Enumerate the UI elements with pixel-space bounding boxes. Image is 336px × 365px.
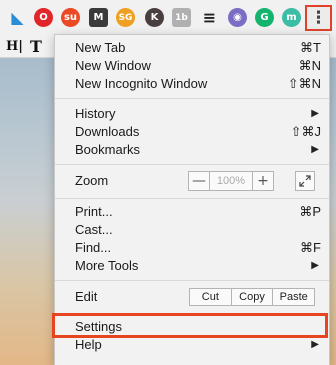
submenu-arrow-icon: ▶ [311,108,319,119]
menu-separator [55,280,329,281]
menu-item-new-incognito-window[interactable]: New Incognito Window ⇧⌘N [55,75,329,93]
menu-item-find[interactable]: Find... ⌘F [55,239,329,257]
menu-item-edit: Edit Cut Copy Paste [55,285,329,309]
m-teal-icon[interactable]: m [282,8,301,27]
shortcut: ⌘T [300,40,321,55]
stumbleupon-icon[interactable]: su [61,8,80,27]
vertical-dots-icon: ⋮ [310,8,327,28]
zoom-in-button[interactable]: + [253,172,273,190]
menu-separator [55,98,329,99]
shortcut: ⌘F [300,240,321,255]
shortcut: ⇧⌘J [290,124,321,139]
1b-icon[interactable]: 1b [172,8,191,27]
edit-controls: Cut Copy Paste [189,288,315,306]
fullscreen-icon [299,175,311,187]
submenu-arrow-icon: ▶ [311,260,319,271]
t-bookmark-icon[interactable]: T [30,37,42,56]
cut-button[interactable]: Cut [190,289,231,305]
zoom-out-button[interactable]: — [189,172,209,190]
menu-item-zoom: Zoom — 100% + [55,169,329,193]
shortcut: ⌘P [299,204,321,219]
feather-icon[interactable]: ◣ [8,8,27,27]
sg-icon[interactable]: SG [116,8,135,27]
menu-item-more-tools[interactable]: More Tools ▶ [55,257,329,275]
paste-button[interactable]: Paste [272,289,314,305]
buffer-icon[interactable]: ≡ [200,8,219,27]
chrome-menu: New Tab ⌘T New Window ⌘N New Incognito W… [52,34,330,365]
copy-button[interactable]: Copy [230,289,273,305]
grammarly-icon[interactable]: G [255,8,274,27]
submenu-arrow-icon: ▶ [311,144,319,155]
settings-highlight-box [52,313,328,338]
submenu-arrow-icon: ▶ [311,339,319,350]
menu-separator [55,164,329,165]
zoom-level: 100% [209,172,253,190]
shortcut: ⌘N [298,58,321,73]
circle-purple-icon[interactable]: ◉ [228,8,247,27]
menu-separator [55,198,329,199]
fullscreen-button[interactable] [295,171,315,191]
menu-item-cast[interactable]: Cast... [55,221,329,239]
h-bookmark-icon[interactable]: H| [6,39,23,54]
browser-toolbar: ◣ O su M SG K 1b ≡ ◉ G m ⋮ [0,0,336,36]
menu-item-downloads[interactable]: Downloads ⇧⌘J [55,123,329,141]
chrome-menu-button[interactable]: ⋮ [305,5,332,31]
menu-item-new-window[interactable]: New Window ⌘N [55,57,329,75]
opera-icon[interactable]: O [34,8,53,27]
menu-item-bookmarks[interactable]: Bookmarks ▶ [55,141,329,159]
zoom-controls: — 100% + [188,171,274,191]
menu-item-print[interactable]: Print... ⌘P [55,203,329,221]
m-icon[interactable]: M [89,8,108,27]
menu-item-history[interactable]: History ▶ [55,105,329,123]
menu-item-help[interactable]: Help ▶ [55,336,329,354]
menu-item-new-tab[interactable]: New Tab ⌘T [55,39,329,57]
k-icon[interactable]: K [145,8,164,27]
shortcut: ⇧⌘N [287,76,321,91]
